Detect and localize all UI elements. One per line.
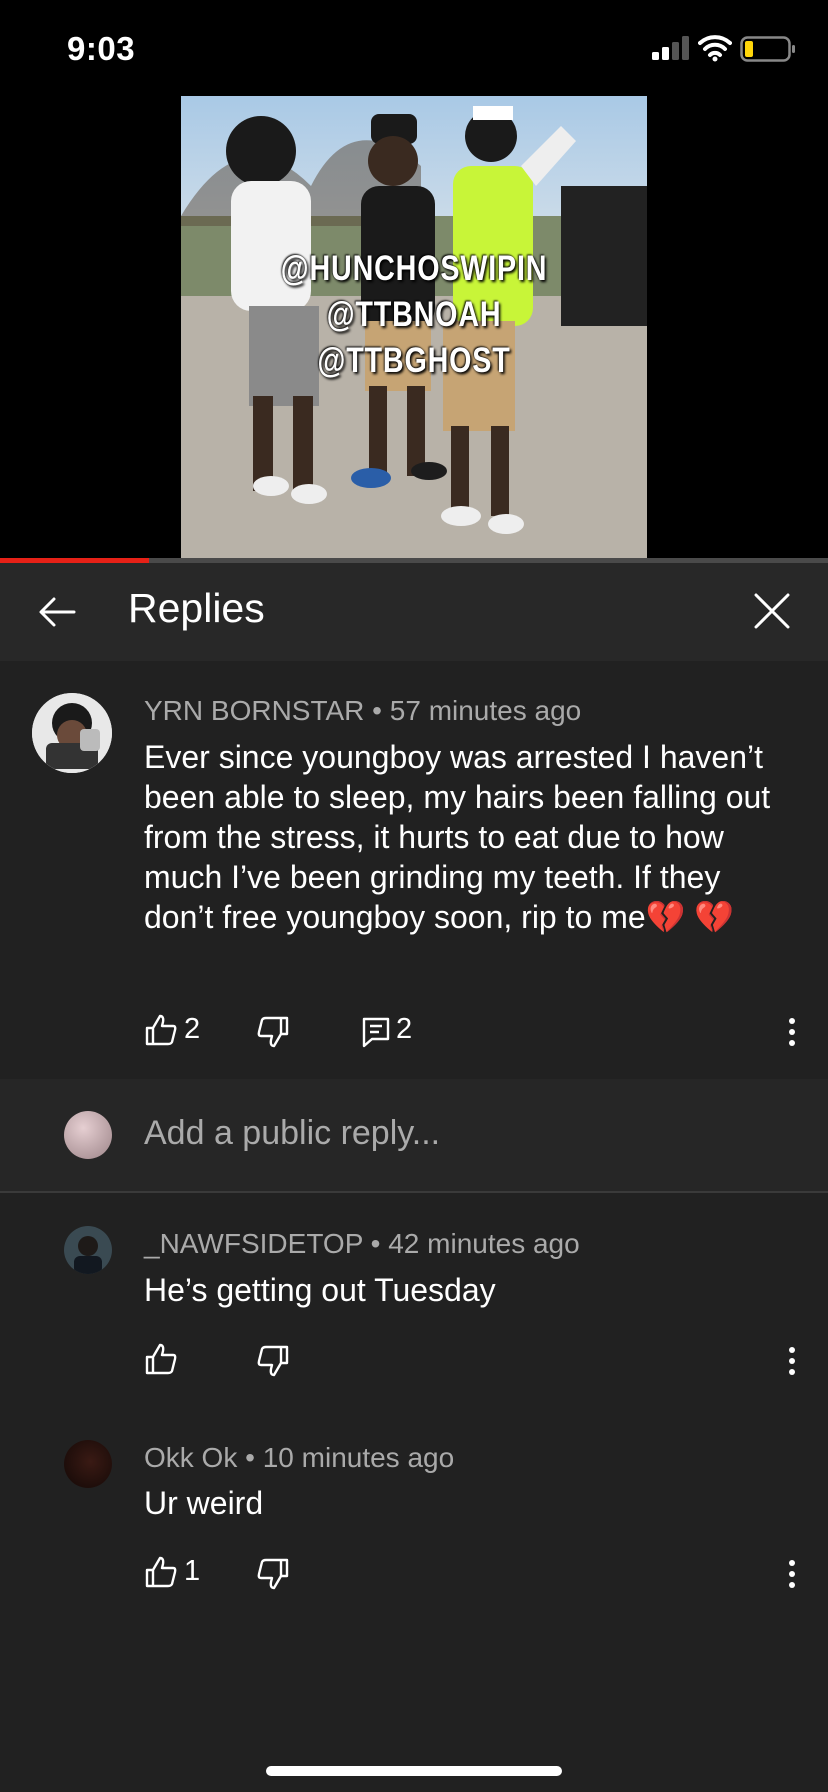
overlay-line: @HUNCHOSWIPIN [280,249,548,288]
thumbs-up-icon[interactable] [144,1013,178,1047]
comment-meta: Okk Ok • 10 minutes ago [144,1442,454,1474]
status-time: 9:03 [67,30,136,67]
comment-text: He’s getting out Tuesday [144,1272,496,1308]
comment-author[interactable]: YRN BORNSTAR [144,695,364,726]
meta-separator: • [245,1442,263,1473]
more-vert-icon[interactable] [786,1015,798,1049]
overlay-line: @TTBNOAH [326,295,502,334]
more-vert-icon[interactable] [786,1344,798,1378]
meta-separator: • [370,1228,389,1259]
video-overlay-text: @HUNCHOSWIPIN @TTBNOAH @TTBGHOST [223,246,605,384]
thumbs-up-icon[interactable] [144,1555,178,1589]
main-comment: YRN BORNSTAR • 57 minutes ago Ever since… [0,661,828,1079]
comment-meta: YRN BORNSTAR • 57 minutes ago [144,695,581,727]
home-indicator[interactable] [266,1766,562,1776]
reply-icon[interactable] [360,1015,394,1049]
overlay-line: @TTBGHOST [317,341,511,380]
like-count: 2 [184,1013,201,1045]
comment-actions: 2 2 [144,1011,804,1051]
battery-icon [740,36,795,62]
video-player[interactable]: @HUNCHOSWIPIN @TTBNOAH @TTBGHOST [0,96,828,558]
avatar-image [64,1226,112,1274]
user-avatar [64,1111,112,1159]
wifi-icon [698,35,732,62]
replies-header: Replies [0,563,828,661]
more-vert-icon[interactable] [786,1557,798,1591]
avatar[interactable] [64,1440,112,1488]
add-reply-field[interactable]: Add a public reply... [0,1079,828,1191]
comment-author[interactable]: _NAWFSIDETOP [144,1228,363,1259]
back-arrow-icon[interactable] [36,591,78,633]
comment-text: Ur weird [144,1485,264,1521]
avatar-image [32,693,112,773]
reply-count: 2 [396,1013,413,1045]
thumbs-down-icon[interactable] [256,1557,290,1591]
broken-heart-emoji: 💔 [645,899,686,935]
comment-time: 57 minutes ago [389,695,582,726]
video-thumbnail[interactable]: @HUNCHOSWIPIN @TTBNOAH @TTBGHOST [181,96,647,558]
thumbs-down-icon[interactable] [256,1344,290,1378]
comment-time: 10 minutes ago [262,1442,455,1473]
comment-author[interactable]: Okk Ok [144,1442,237,1473]
comment-actions [144,1340,804,1380]
close-icon[interactable] [750,589,794,633]
meta-separator: • [372,695,390,726]
signal-icon [652,36,689,60]
divider [0,1191,828,1193]
comment-meta: _NAWFSIDETOP • 42 minutes ago [144,1228,580,1260]
thumbs-up-icon[interactable] [144,1342,178,1376]
thumbs-down-icon[interactable] [256,1015,290,1049]
comment-actions: 1 [144,1553,804,1593]
reply-placeholder[interactable]: Add a public reply... [144,1114,440,1153]
status-bar: 9:03 [0,0,828,96]
comment-time: 42 minutes ago [388,1228,580,1259]
page-title: Replies [128,585,265,631]
avatar[interactable] [32,693,112,773]
broken-heart-emoji: 💔 [694,899,735,935]
avatar[interactable] [64,1226,112,1274]
comment-text: Ever since youngboy was arrested I haven… [144,737,794,937]
like-count: 1 [184,1555,201,1587]
